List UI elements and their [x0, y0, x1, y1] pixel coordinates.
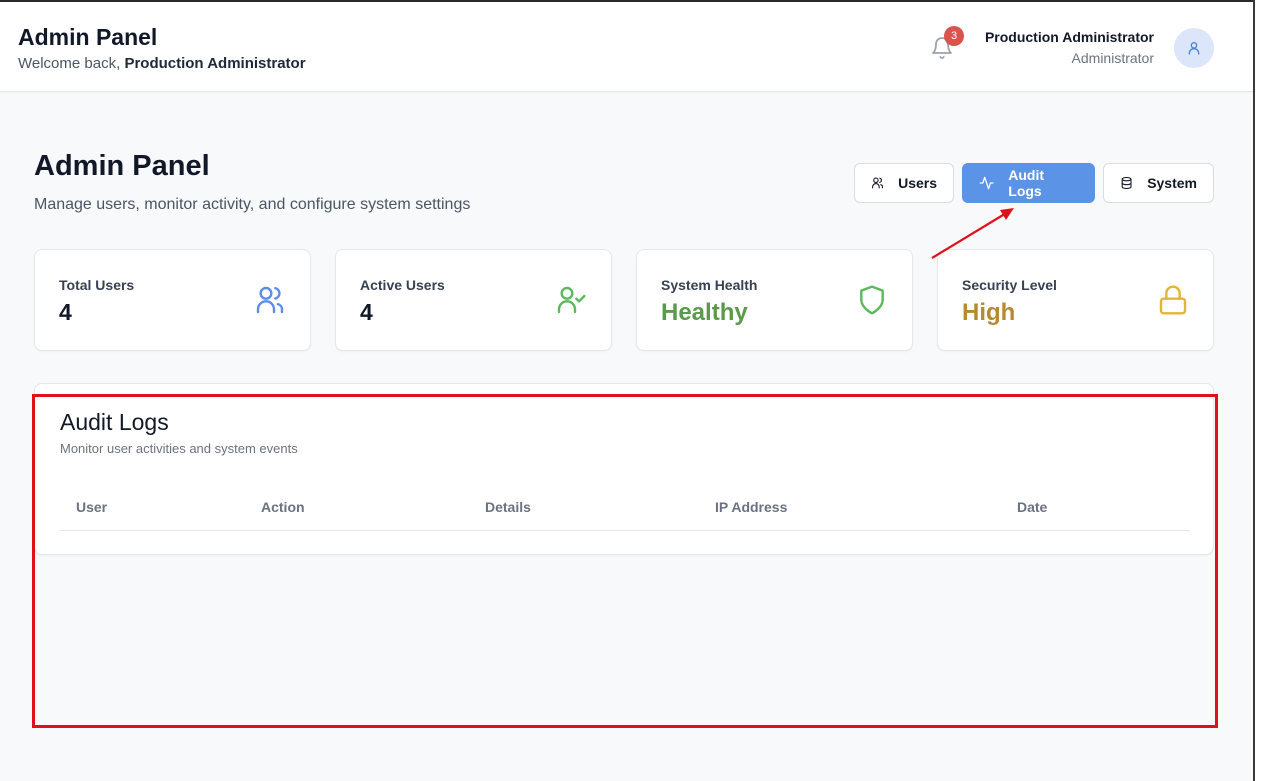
database-icon	[1121, 176, 1132, 190]
stat-card-system-health: System Health Healthy	[636, 249, 913, 351]
welcome-prefix: Welcome back,	[18, 55, 125, 72]
stat-card-total-users: Total Users 4	[34, 249, 311, 351]
users-icon	[872, 177, 883, 189]
users-icon	[256, 286, 284, 314]
tab-system-label: System	[1147, 175, 1197, 191]
stat-card-security-level: Security Level High	[937, 249, 1214, 351]
column-header-action: Action	[261, 499, 305, 515]
column-header-user: User	[76, 499, 108, 515]
stat-value: 4	[59, 299, 72, 325]
column-header-date: Date	[1017, 499, 1048, 515]
window-background-strip	[1255, 0, 1265, 781]
shield-icon	[860, 285, 884, 315]
column-header-details: Details	[485, 499, 531, 515]
header-title: Admin Panel	[18, 24, 158, 50]
stat-label: Total Users	[59, 277, 135, 293]
tab-system[interactable]: System	[1103, 163, 1214, 203]
avatar[interactable]	[1174, 28, 1214, 68]
welcome-user-name: Production Administrator	[124, 55, 306, 72]
top-header: Admin Panel Welcome back, Production Adm…	[0, 2, 1253, 92]
user-name: Production Administrator	[984, 29, 1154, 45]
stat-card-active-users: Active Users 4	[335, 249, 612, 351]
audit-logs-subtitle: Monitor user activities and system event…	[60, 441, 298, 456]
activity-icon	[979, 176, 994, 190]
lock-icon	[1159, 285, 1187, 315]
app-window: Admin Panel Welcome back, Production Adm…	[0, 0, 1253, 781]
audit-logs-panel: Audit Logs Monitor user activities and s…	[34, 383, 1214, 555]
tab-users[interactable]: Users	[854, 163, 954, 203]
page-subtitle: Manage users, monitor activity, and conf…	[34, 196, 471, 213]
tab-audit-logs[interactable]: Audit Logs	[962, 163, 1095, 203]
stat-label: Active Users	[360, 277, 445, 293]
stat-label: Security Level	[962, 277, 1057, 293]
column-header-ip-address: IP Address	[715, 499, 788, 515]
stat-label: System Health	[661, 277, 758, 293]
stat-value: Healthy	[661, 299, 748, 326]
tab-audit-logs-label: Audit Logs	[1008, 167, 1045, 199]
user-role: Administrator	[1071, 50, 1154, 66]
welcome-message: Welcome back, Production Administrator	[18, 55, 306, 72]
page-title: Admin Panel	[34, 150, 210, 182]
stat-value: High	[962, 299, 1016, 326]
tab-users-label: Users	[898, 175, 937, 191]
stat-value: 4	[360, 299, 373, 325]
user-check-icon	[557, 286, 586, 314]
table-header-divider	[60, 530, 1190, 531]
notification-badge[interactable]: 3	[944, 26, 964, 46]
user-icon	[1188, 42, 1200, 55]
audit-logs-title: Audit Logs	[60, 409, 169, 435]
